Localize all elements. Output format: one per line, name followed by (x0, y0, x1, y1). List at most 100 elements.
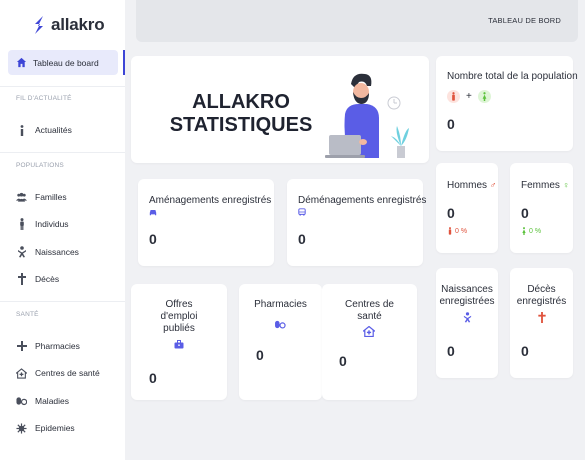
naissances-title-l2: enregistrées (439, 296, 495, 307)
sidebar-item-naissances[interactable]: Naissances (16, 245, 79, 259)
cross-icon (16, 273, 27, 285)
clinic-icon (363, 326, 375, 337)
demenagements-title: Déménagements enregistrés (298, 195, 427, 206)
sidebar-item-familles[interactable]: Familles (16, 190, 67, 204)
sidebar-item-epidemies[interactable]: Epidemies (16, 421, 75, 435)
population-card: Nombre total de la population + 0 (436, 56, 578, 151)
hero-title: ALLAKRO STATISTIQUES (156, 91, 326, 137)
home-icon (16, 57, 27, 68)
femmes-pct: 0 % (522, 227, 541, 235)
deces-title-l2: enregistrés (516, 296, 567, 307)
amenagements-value: 0 (149, 231, 157, 247)
divider (0, 86, 125, 87)
centres-title-l1: Centres de (345, 299, 394, 310)
femmes-value: 0 (521, 205, 529, 221)
male-icon (447, 90, 460, 103)
naissances-title-l1: Naissances (441, 284, 493, 295)
cross-icon (538, 312, 546, 323)
pharmacies-value: 0 (256, 347, 264, 363)
plus-sign: + (466, 91, 472, 102)
femmes-card: Femmes ♀ 0 0 % (510, 163, 573, 253)
offres-card: Offres d'emploi publiés 0 (131, 284, 227, 400)
offres-title-l2: d'emploi (160, 311, 198, 322)
section-title: POPULATIONS (16, 162, 64, 169)
population-title: Nombre total de la population (447, 71, 578, 82)
briefcase-icon (174, 340, 184, 349)
sidebar-item-label: Décès (35, 274, 60, 284)
centres-title-l2: santé (357, 311, 382, 322)
sidebar-item-individus[interactable]: Individus (16, 217, 69, 231)
logo-icon (35, 16, 43, 34)
demenagements-value: 0 (298, 231, 306, 247)
hommes-title: Hommes ♂ (447, 179, 497, 192)
sidebar-item-label: Tableau de board (33, 57, 99, 68)
sidebar-item-label: Familles (35, 192, 67, 202)
plus-icon (16, 341, 27, 352)
sidebar-item-centres-de-sante[interactable]: Centres de santé (16, 366, 100, 380)
sidebar-item-deces[interactable]: Décès (16, 272, 59, 286)
app-logo[interactable]: allakro (33, 15, 105, 35)
pills-icon (16, 396, 27, 407)
centres-value: 0 (339, 353, 347, 369)
deces-title-l1: Décès (527, 284, 556, 295)
sidebar-item-label: Centres de santé (35, 368, 100, 378)
sidebar-item-label: Naissances (35, 247, 79, 257)
male-symbol-icon: ♂ (489, 180, 497, 190)
section-title: SANTÉ (16, 311, 39, 318)
pharmacies-title: Pharmacies (254, 299, 307, 310)
deces-card: Décès enregistrés 0 (510, 268, 573, 378)
demenagements-card: Déménagements enregistrés 0 (287, 179, 427, 266)
offres-value: 0 (149, 370, 157, 386)
female-icon (477, 90, 491, 103)
deces-value: 0 (521, 343, 529, 359)
deces-title: Décès enregistrés (510, 284, 573, 308)
amenagements-title: Aménagements enregistrés (149, 195, 272, 206)
centres-title: Centres de santé (322, 299, 417, 323)
hommes-label: Hommes (447, 180, 488, 191)
sidebar-item-label: Maladies (35, 396, 70, 406)
sidebar-item-actualites[interactable]: Actualités (16, 123, 72, 137)
hero-title-line1: ALLAKRO (192, 91, 290, 113)
divider (0, 301, 125, 302)
pills-icon (275, 320, 286, 329)
femmes-title: Femmes ♀ (521, 179, 569, 192)
app-name: allakro (51, 15, 105, 34)
female-symbol-icon: ♀ (562, 180, 570, 190)
female-person-icon (522, 227, 526, 235)
amenagements-card: Aménagements enregistrés 0 (138, 179, 274, 266)
sidebar-item-maladies[interactable]: Maladies (16, 394, 69, 408)
page-title: TABLEAU DE BORD (488, 16, 561, 25)
sidebar-item-label: Pharmacies (35, 341, 80, 351)
active-indicator (123, 50, 125, 75)
naissances-title: Naissances enregistrées (431, 284, 503, 308)
sidebar-item-label: Individus (35, 219, 69, 229)
naissances-card: Naissances enregistrées 0 (436, 268, 498, 378)
hommes-pct: 0 % (448, 227, 467, 235)
centres-card: Centres de santé 0 (322, 284, 417, 400)
hommes-pct-value: 0 % (455, 227, 468, 235)
offres-title-l3: publiés (163, 323, 195, 334)
users-icon (16, 192, 27, 203)
info-icon (16, 124, 27, 136)
divider (0, 152, 125, 153)
sidebar: allakro Tableau de board FIL D'ACTUALITÉ… (0, 0, 125, 460)
hommes-card: Hommes ♂ 0 0 % (436, 163, 498, 253)
person-icon (16, 218, 27, 230)
baby-icon (16, 246, 27, 258)
femmes-pct-value: 0 % (529, 227, 542, 235)
illustration-person-laptop (325, 73, 409, 158)
hommes-value: 0 (447, 205, 455, 221)
male-person-icon (448, 227, 452, 235)
top-header: TABLEAU DE BORD (136, 0, 578, 42)
hero-card: ALLAKRO STATISTIQUES (131, 56, 429, 163)
offres-title-l1: Offres (165, 299, 193, 310)
population-value: 0 (447, 116, 455, 132)
femmes-label: Femmes (521, 180, 560, 191)
sidebar-item-label: Actualités (35, 125, 72, 135)
sidebar-item-label: Epidemies (35, 423, 75, 433)
section-title: FIL D'ACTUALITÉ (16, 95, 72, 102)
virus-icon (16, 422, 27, 434)
sidebar-item-pharmacies[interactable]: Pharmacies (16, 339, 80, 353)
sidebar-item-tableau-de-board[interactable]: Tableau de board (8, 50, 118, 75)
hero-title-line2: STATISTIQUES (169, 114, 313, 136)
